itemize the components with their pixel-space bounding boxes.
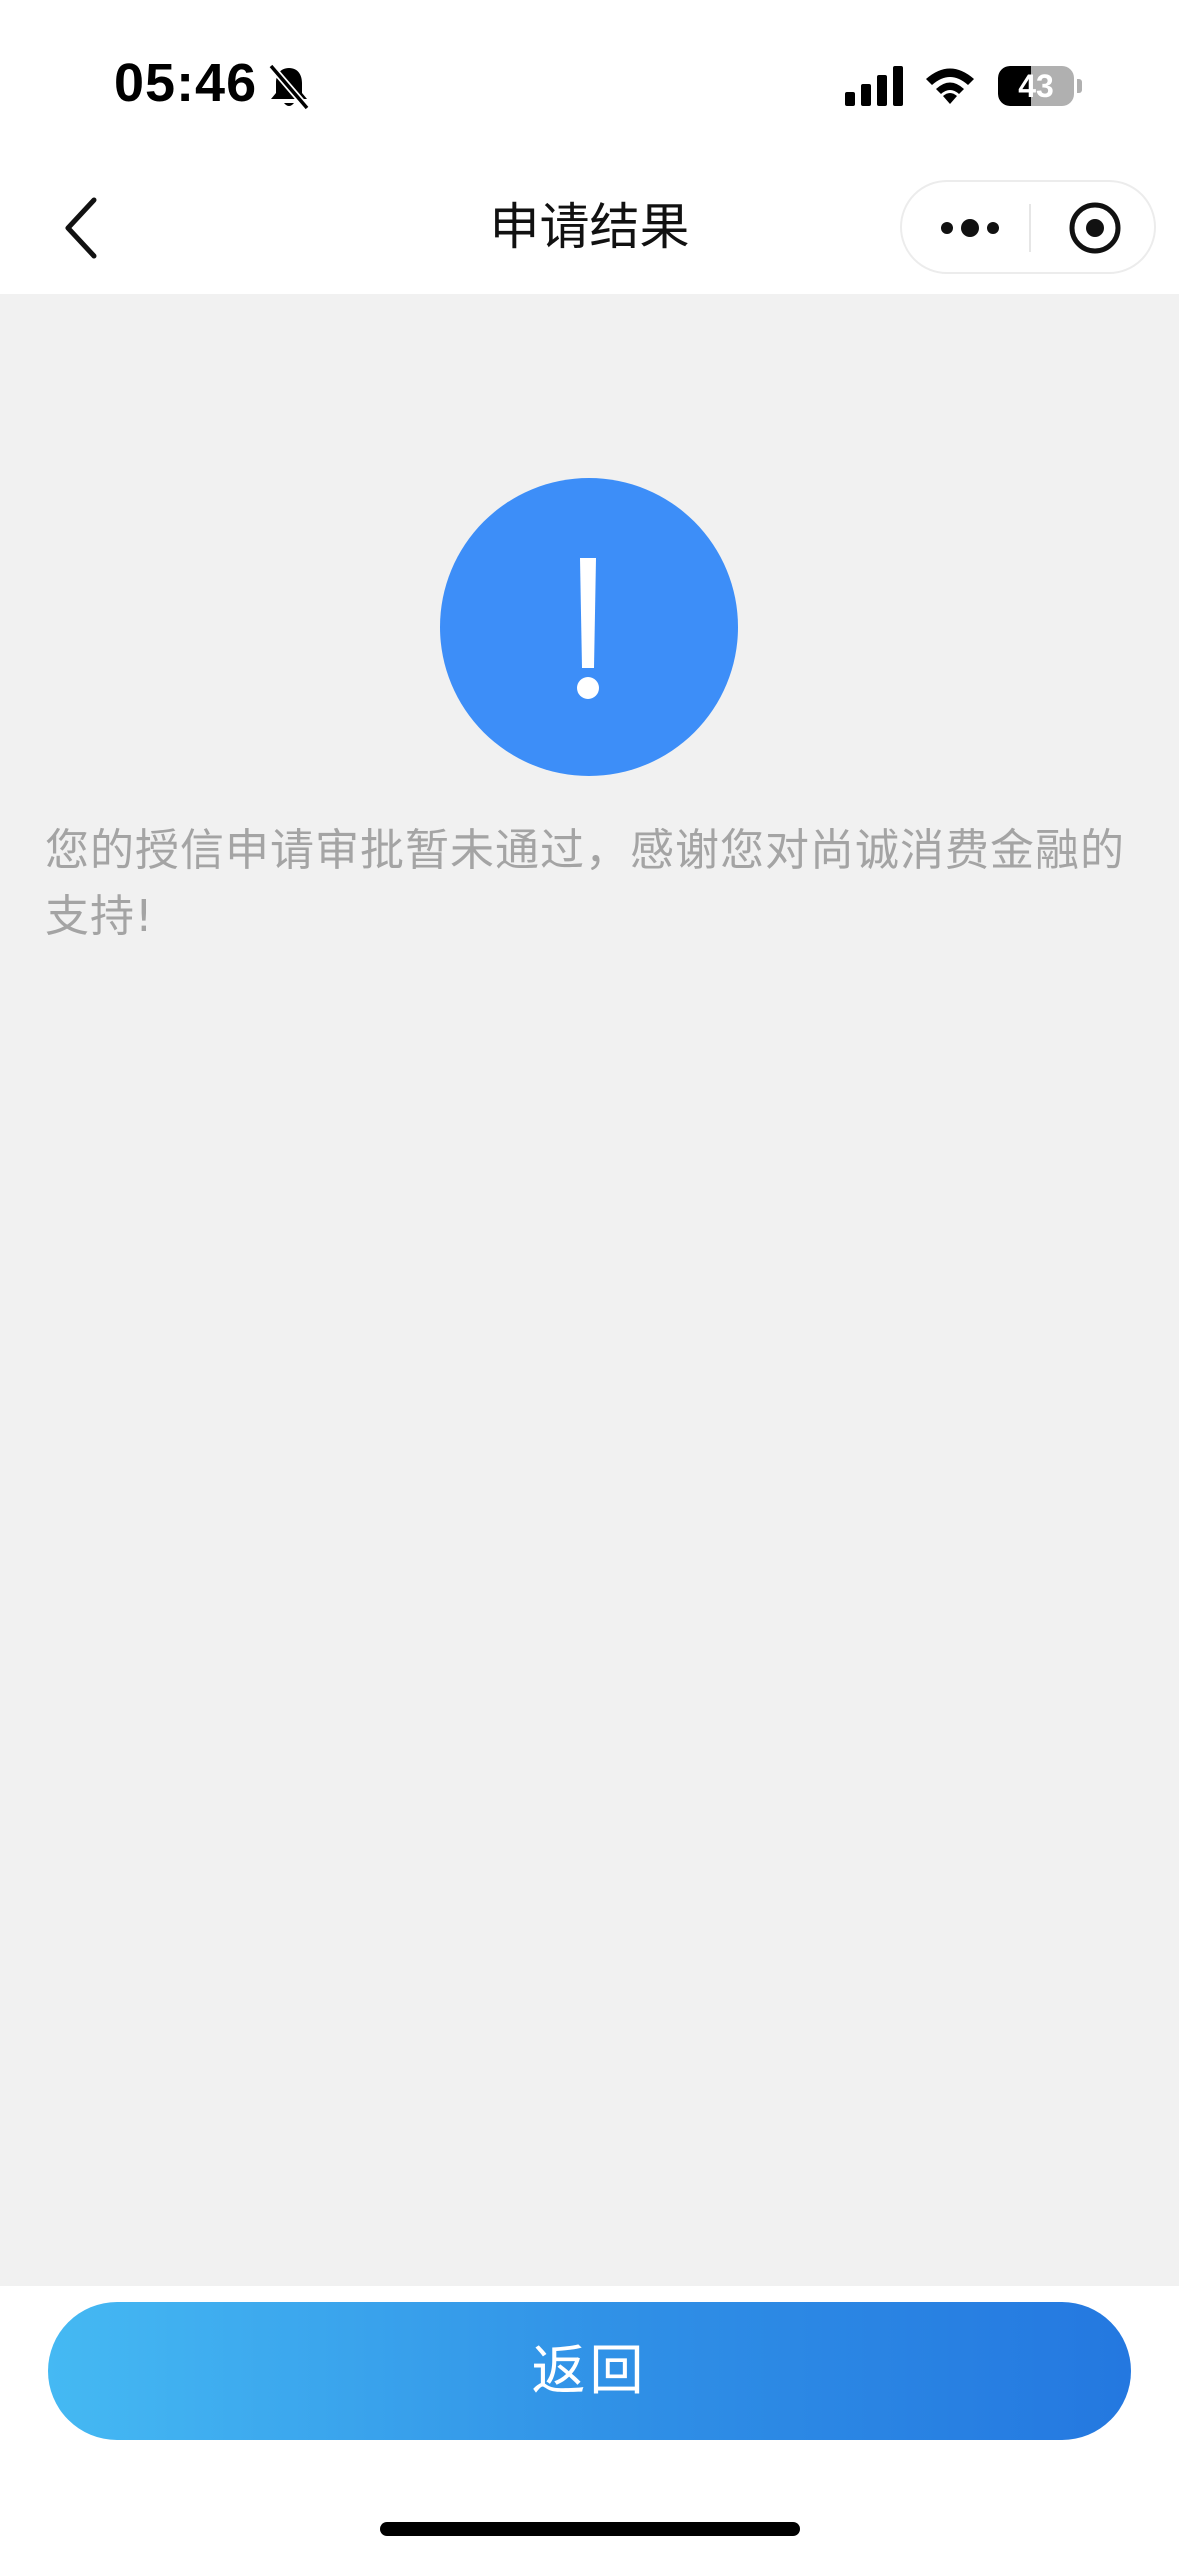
bell-muted-icon — [268, 63, 310, 111]
status-bar: 05:46 43 — [0, 0, 1179, 160]
battery-cap — [1077, 79, 1082, 93]
bottom-bar: 返回 — [0, 2286, 1179, 2556]
home-indicator — [380, 2522, 800, 2536]
wifi-icon — [926, 68, 974, 104]
page: 05:46 43 申请结果 您的授信申请审批暂未通过，感谢您对尚诚消费金融的支持… — [0, 0, 1179, 2556]
mini-program-capsule — [900, 180, 1156, 274]
return-button[interactable]: 返回 — [48, 2302, 1131, 2440]
result-status-circle — [440, 478, 738, 776]
battery-body: 43 — [998, 66, 1074, 106]
battery-level: 43 — [1018, 68, 1054, 104]
battery-icon: 43 — [998, 66, 1082, 106]
nav-bar: 申请结果 — [0, 160, 1179, 294]
close-mini-program-button[interactable] — [1042, 192, 1142, 264]
more-button[interactable] — [922, 192, 1022, 264]
status-time: 05:46 — [114, 53, 258, 113]
exclamation-icon — [577, 558, 599, 699]
more-dots-icon — [941, 219, 999, 237]
capsule-divider — [1029, 204, 1031, 252]
result-message: 您的授信申请审批暂未通过，感谢您对尚诚消费金融的支持! — [45, 825, 1125, 942]
target-close-icon — [1069, 202, 1121, 254]
cellular-signal-icon — [845, 66, 903, 106]
